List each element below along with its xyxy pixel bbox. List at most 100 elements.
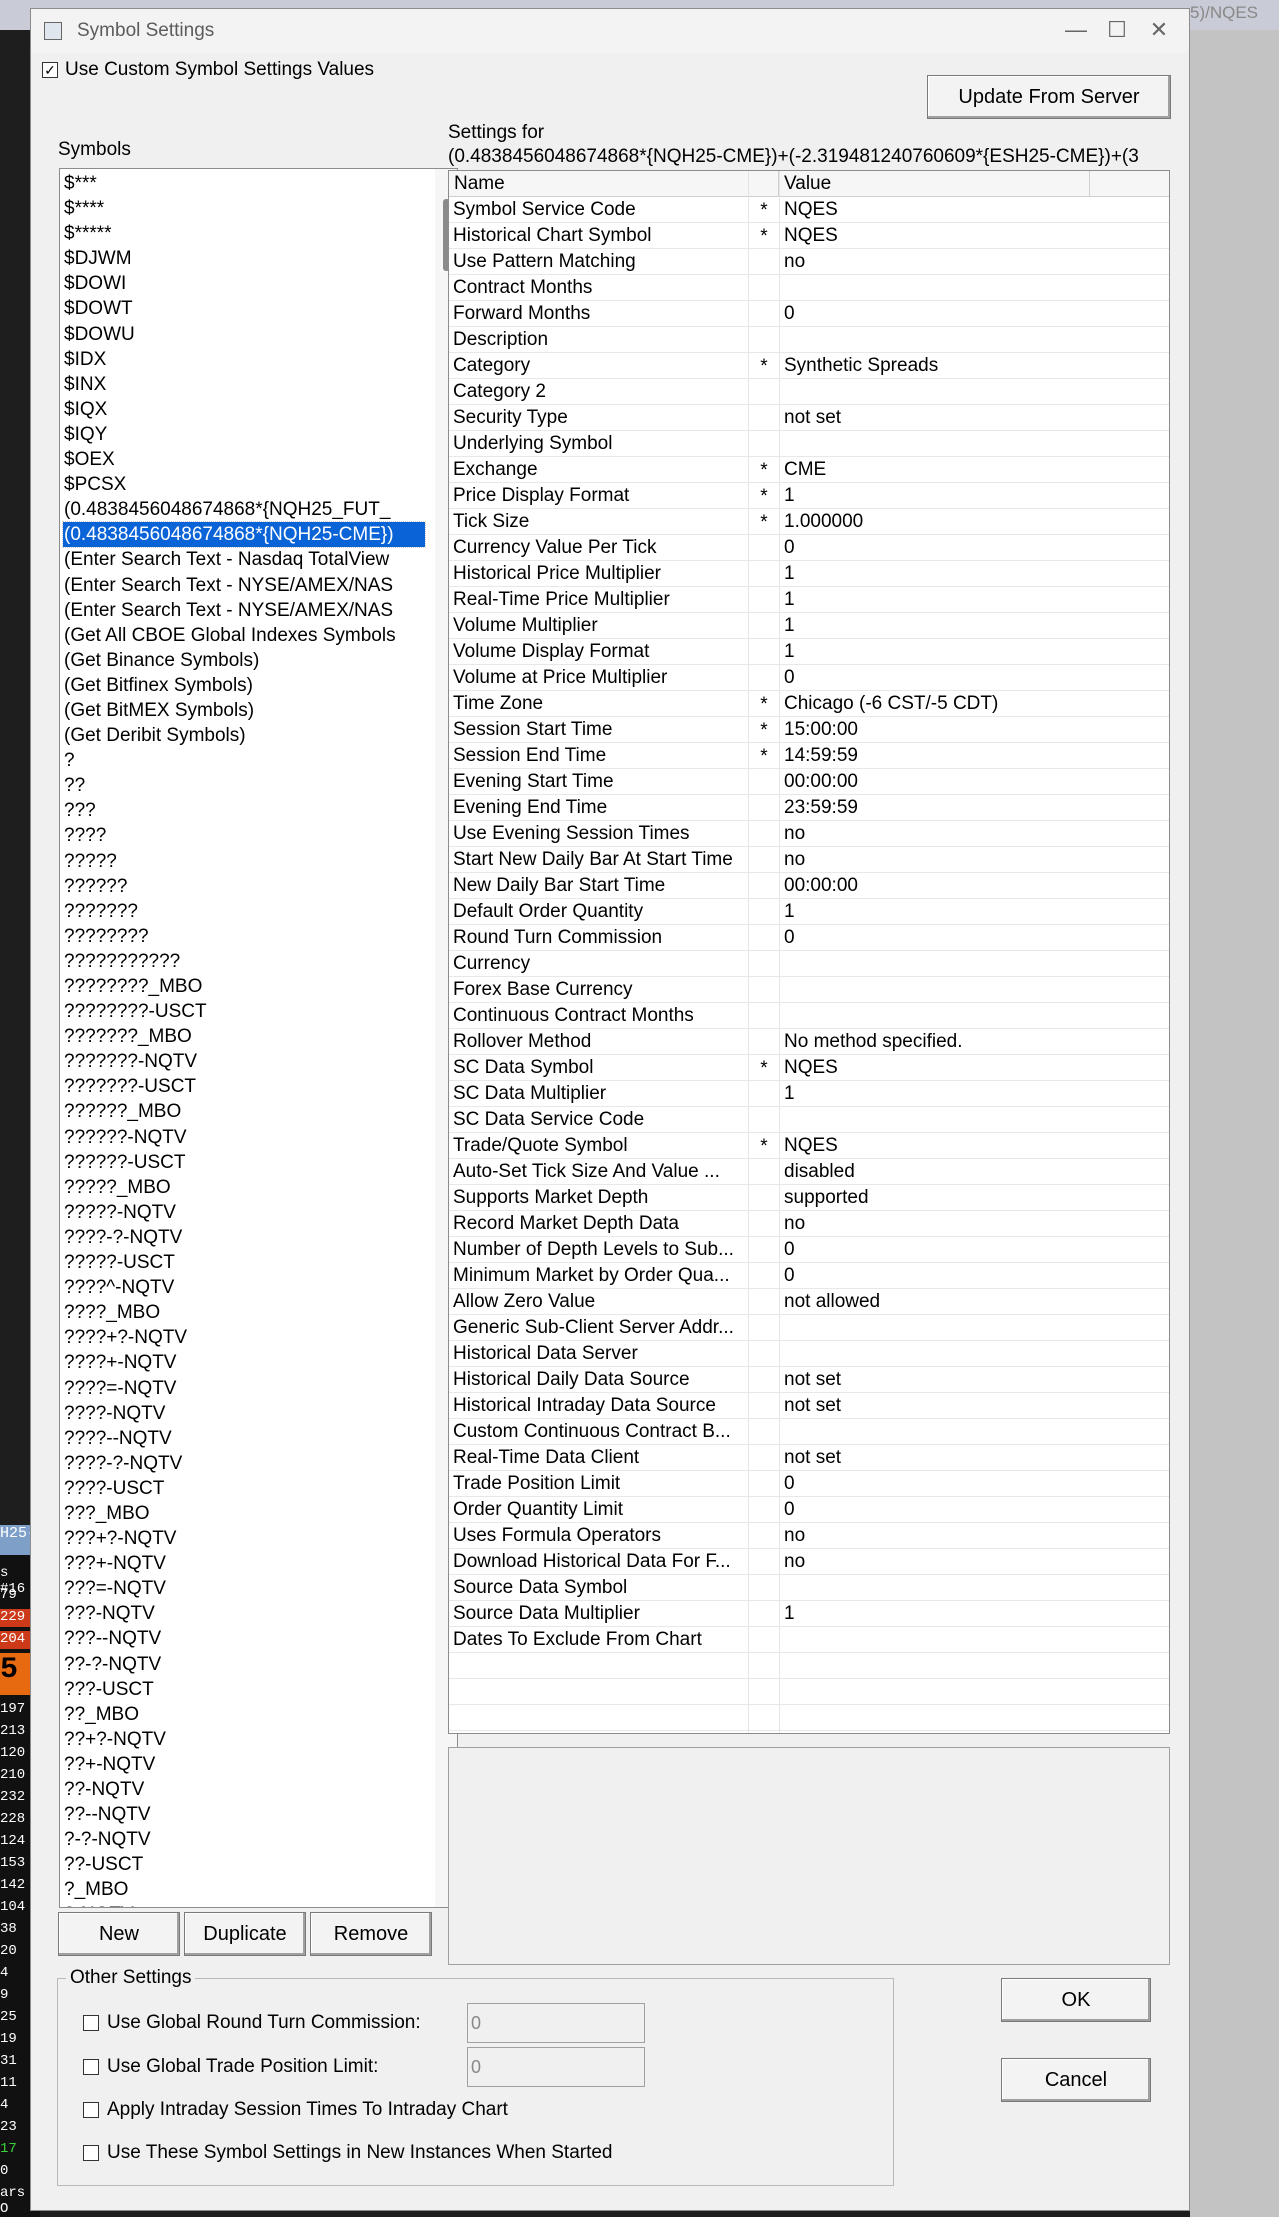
symbol-list-item[interactable]: $DJWM — [63, 246, 425, 271]
setting-row[interactable]: Number of Depth Levels to Sub... 0 — [449, 1237, 1169, 1263]
setting-row[interactable]: Real-Time Price Multiplier 1 — [449, 587, 1169, 613]
setting-row[interactable]: Currency — [449, 951, 1169, 977]
setting-value[interactable]: 0 — [784, 535, 795, 560]
setting-value[interactable]: NQES — [784, 1055, 838, 1080]
symbol-list-item[interactable]: (Enter Search Text - NYSE/AMEX/NAS — [63, 598, 425, 623]
cancel-button[interactable]: Cancel — [1001, 2058, 1151, 2102]
symbol-list-item[interactable]: ???? — [63, 823, 425, 848]
symbol-list-item[interactable]: $DOWU — [63, 322, 425, 347]
setting-value[interactable]: 0 — [784, 1471, 795, 1496]
setting-row[interactable]: Volume at Price Multiplier 0 — [449, 665, 1169, 691]
symbol-list-item[interactable]: ???=-NQTV — [63, 1576, 425, 1601]
global-commission-checkbox[interactable] — [83, 2015, 99, 2031]
setting-value[interactable]: 0 — [784, 925, 795, 950]
setting-value[interactable]: no — [784, 847, 805, 872]
use-in-new-instances-checkbox[interactable] — [83, 2145, 99, 2161]
modified-column-header[interactable] — [749, 171, 779, 196]
symbol-list-item[interactable]: (Get BitMEX Symbols) — [63, 698, 425, 723]
setting-value[interactable]: No method specified. — [784, 1029, 963, 1054]
setting-row[interactable]: Historical Daily Data Source not set — [449, 1367, 1169, 1393]
symbol-list-item[interactable]: ?????-USCT — [63, 1250, 425, 1275]
symbol-list-item[interactable]: ? — [63, 748, 425, 773]
setting-value[interactable]: 15:00:00 — [784, 717, 858, 742]
setting-value[interactable]: NQES — [784, 197, 838, 222]
symbol-list-item[interactable]: ???????? — [63, 924, 425, 949]
setting-row[interactable]: Session Start Time * 15:00:00 — [449, 717, 1169, 743]
setting-value[interactable]: 0 — [784, 301, 795, 326]
setting-row[interactable]: Use Pattern Matching no — [449, 249, 1169, 275]
setting-row[interactable]: SC Data Service Code — [449, 1107, 1169, 1133]
setting-row[interactable]: Download Historical Data For F... no — [449, 1549, 1169, 1575]
setting-value[interactable]: 1 — [784, 639, 795, 664]
setting-row[interactable]: Underlying Symbol — [449, 431, 1169, 457]
setting-row[interactable]: Category 2 — [449, 379, 1169, 405]
setting-row[interactable]: Historical Chart Symbol * NQES — [449, 223, 1169, 249]
setting-row[interactable]: Allow Zero Value not allowed — [449, 1289, 1169, 1315]
setting-row[interactable]: Real-Time Data Client not set — [449, 1445, 1169, 1471]
close-button[interactable]: ✕ — [1139, 15, 1179, 45]
setting-row[interactable]: Rollover Method No method specified. — [449, 1029, 1169, 1055]
setting-row[interactable]: Minimum Market by Order Qua... 0 — [449, 1263, 1169, 1289]
symbol-list-item[interactable]: ??-?-NQTV — [63, 1652, 425, 1677]
apply-intraday-session-checkbox[interactable] — [83, 2102, 99, 2118]
symbol-list-item[interactable]: ????^-NQTV — [63, 1275, 425, 1300]
setting-row[interactable]: SC Data Multiplier 1 — [449, 1081, 1169, 1107]
symbol-list-item[interactable]: ??-NQTV — [63, 1777, 425, 1802]
symbol-list-item[interactable]: ????????-USCT — [63, 999, 425, 1024]
setting-value[interactable]: 1 — [784, 483, 795, 508]
symbol-list-item[interactable]: ????_MBO — [63, 1300, 425, 1325]
setting-row[interactable]: Historical Data Server — [449, 1341, 1169, 1367]
setting-row[interactable]: Auto-Set Tick Size And Value ... disabled — [449, 1159, 1169, 1185]
setting-row[interactable]: Record Market Depth Data no — [449, 1211, 1169, 1237]
setting-value[interactable]: 1 — [784, 613, 795, 638]
symbol-list-item[interactable]: ????????_MBO — [63, 974, 425, 999]
setting-value[interactable]: CME — [784, 457, 826, 482]
setting-value[interactable]: 0 — [784, 1263, 795, 1288]
setting-row[interactable]: Volume Display Format 1 — [449, 639, 1169, 665]
symbol-list-item[interactable]: ???+?-NQTV — [63, 1526, 425, 1551]
setting-row[interactable]: Continuous Contract Months — [449, 1003, 1169, 1029]
setting-row[interactable]: Time Zone * Chicago (-6 CST/-5 CDT) — [449, 691, 1169, 717]
symbol-list-item[interactable]: ?????-NQTV — [63, 1200, 425, 1225]
update-from-server-button[interactable]: Update From Server — [927, 75, 1171, 119]
symbol-list-item[interactable]: $IDX — [63, 347, 425, 372]
symbol-list-item[interactable]: ??--NQTV — [63, 1802, 425, 1827]
symbol-list-item[interactable]: ??????_MBO — [63, 1099, 425, 1124]
setting-value[interactable]: 23:59:59 — [784, 795, 858, 820]
setting-row[interactable]: Symbol Service Code * NQES — [449, 197, 1169, 223]
setting-value[interactable]: 0 — [784, 1497, 795, 1522]
new-symbol-button[interactable]: New — [58, 1912, 180, 1956]
setting-value[interactable]: 14:59:59 — [784, 743, 858, 768]
setting-value[interactable]: Chicago (-6 CST/-5 CDT) — [784, 691, 998, 716]
setting-row[interactable]: Exchange * CME — [449, 457, 1169, 483]
setting-value[interactable]: no — [784, 1549, 805, 1574]
setting-value[interactable]: not allowed — [784, 1289, 880, 1314]
setting-row[interactable]: Use Evening Session Times no — [449, 821, 1169, 847]
global-position-limit-checkbox[interactable] — [83, 2059, 99, 2075]
symbol-list-item[interactable]: ??????? — [63, 899, 425, 924]
ok-button[interactable]: OK — [1001, 1978, 1151, 2022]
remove-symbol-button[interactable]: Remove — [310, 1912, 432, 1956]
setting-value[interactable]: NQES — [784, 1133, 838, 1158]
symbol-list-item[interactable]: ???????_MBO — [63, 1024, 425, 1049]
symbol-list-item[interactable]: ????-USCT — [63, 1476, 425, 1501]
setting-row[interactable]: Category * Synthetic Spreads — [449, 353, 1169, 379]
symbol-list-item[interactable]: ????-?-NQTV — [63, 1225, 425, 1250]
setting-value[interactable]: not set — [784, 1445, 841, 1470]
setting-row[interactable]: Security Type not set — [449, 405, 1169, 431]
symbol-list-item[interactable]: ???--NQTV — [63, 1626, 425, 1651]
symbol-list-item[interactable]: ??? — [63, 798, 425, 823]
setting-value[interactable]: 1 — [784, 1081, 795, 1106]
setting-row[interactable]: Start New Daily Bar At Start Time no — [449, 847, 1169, 873]
setting-row[interactable]: Source Data Symbol — [449, 1575, 1169, 1601]
setting-row[interactable]: Evening Start Time 00:00:00 — [449, 769, 1169, 795]
symbol-list-item[interactable]: ??????-USCT — [63, 1150, 425, 1175]
symbol-list-item[interactable]: $DOWT — [63, 296, 425, 321]
setting-row[interactable]: Source Data Multiplier 1 — [449, 1601, 1169, 1627]
symbol-list-item-selected[interactable]: (0.4838456048674868*{NQH25-CME}) — [62, 521, 426, 549]
setting-row[interactable]: Forward Months 0 — [449, 301, 1169, 327]
symbol-list-item[interactable]: ???????-NQTV — [63, 1049, 425, 1074]
setting-row[interactable]: Default Order Quantity 1 — [449, 899, 1169, 925]
symbol-list-item[interactable]: $IQY — [63, 422, 425, 447]
symbol-list-item[interactable]: ????? — [63, 849, 425, 874]
